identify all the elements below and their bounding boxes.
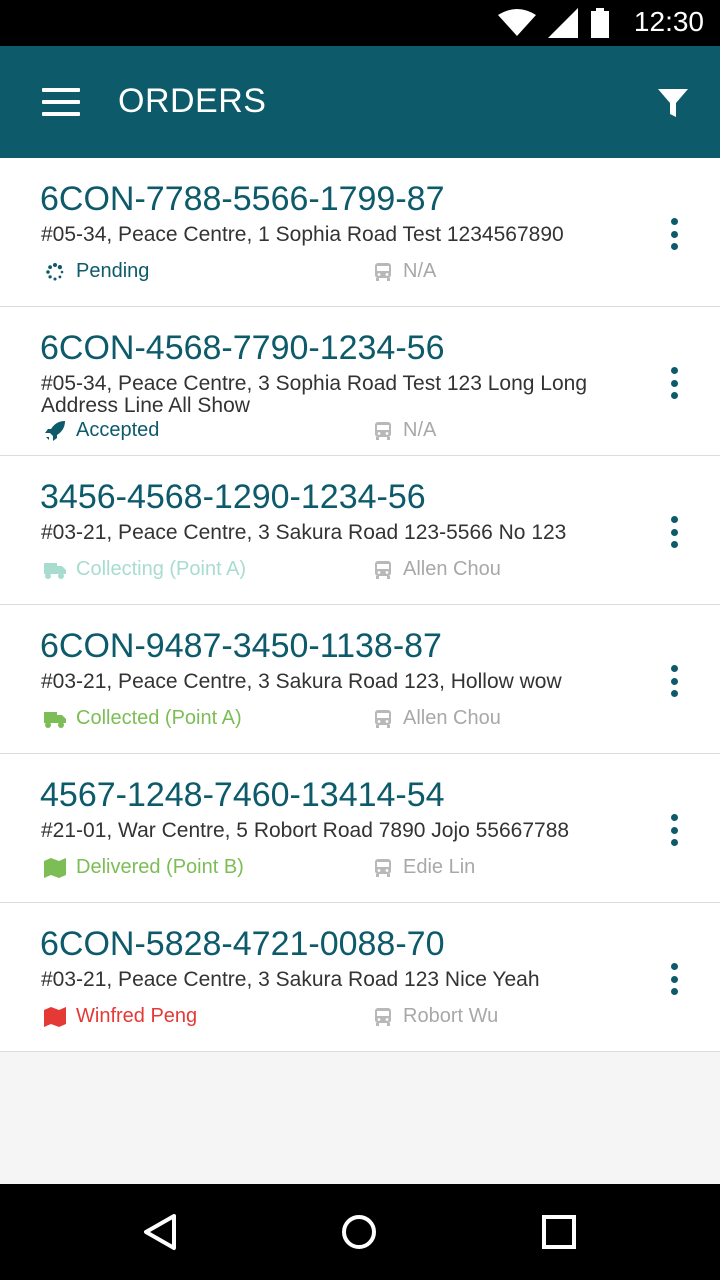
order-status-label: Pending <box>76 260 150 282</box>
order-driver-name: N/A <box>403 260 437 282</box>
clock: 12:30 <box>633 6 704 37</box>
order-code: 4567-1248-7460-13414-54 <box>40 776 445 814</box>
more-vert-icon[interactable] <box>666 218 682 250</box>
order-row[interactable]: 3456-4568-1290-1234-56 #03-21, Peace Cen… <box>0 456 720 605</box>
order-driver-name: Robort Wu <box>403 1005 499 1027</box>
order-code: 6CON-5828-4721-0088-70 <box>40 925 445 963</box>
order-code: 3456-4568-1290-1234-56 <box>40 478 426 516</box>
order-code: 6CON-9487-3450-1138-87 <box>40 627 442 665</box>
order-driver: Allen Chou <box>373 707 501 730</box>
app-bar: ORDERS <box>0 46 720 158</box>
order-address: #03-21, Peace Centre, 3 Sakura Road 123,… <box>41 670 562 693</box>
order-status-label: Winfred Peng <box>76 1005 198 1027</box>
bus-icon <box>373 421 393 441</box>
order-status: Pending <box>44 260 149 283</box>
map-icon <box>44 857 66 879</box>
order-address: #03-21, Peace Centre, 3 Sakura Road 123 … <box>41 968 540 991</box>
order-status: Winfred Peng <box>44 1005 197 1028</box>
more-vert-icon[interactable] <box>666 367 682 399</box>
order-row[interactable]: 6CON-4568-7790-1234-56 #05-34, Peace Cen… <box>0 307 720 456</box>
truck-icon <box>44 708 66 730</box>
status-bar: 12:30 <box>0 0 720 46</box>
order-driver-name: Allen Chou <box>403 558 501 580</box>
order-status: Collecting (Point A) <box>44 558 246 581</box>
order-status: Delivered (Point B) <box>44 856 244 879</box>
order-row[interactable]: 4567-1248-7460-13414-54 #21-01, War Cent… <box>0 754 720 903</box>
order-list: 6CON-7788-5566-1799-87 #05-34, Peace Cen… <box>0 158 720 1052</box>
order-code: 6CON-4568-7790-1234-56 <box>40 329 445 367</box>
more-vert-icon[interactable] <box>666 814 682 846</box>
map-icon <box>44 1006 66 1028</box>
battery-icon <box>590 8 610 43</box>
order-row[interactable]: 6CON-5828-4721-0088-70 #03-21, Peace Cen… <box>0 903 720 1052</box>
order-driver-name: Edie Lin <box>403 856 476 878</box>
order-driver-name: Allen Chou <box>403 707 501 729</box>
order-address: #21-01, War Centre, 5 Robort Road 7890 J… <box>41 819 570 842</box>
filter-icon[interactable] <box>656 86 690 120</box>
bus-icon <box>373 858 393 878</box>
order-driver-name: N/A <box>403 419 437 441</box>
spinner-icon <box>44 261 66 283</box>
order-driver: Allen Chou <box>373 558 501 581</box>
signal-icon <box>548 8 578 43</box>
hamburger-menu-icon[interactable] <box>42 88 80 116</box>
bus-icon <box>373 262 393 282</box>
more-vert-icon[interactable] <box>666 665 682 697</box>
order-address: #05-34, Peace Centre, 1 Sophia Road Test… <box>41 223 564 246</box>
order-status-label: Collecting (Point A) <box>76 558 247 580</box>
order-status-label: Collected (Point A) <box>76 707 242 729</box>
back-icon[interactable] <box>140 1212 180 1252</box>
order-address: #03-21, Peace Centre, 3 Sakura Road 123-… <box>41 521 567 544</box>
order-row[interactable]: 6CON-7788-5566-1799-87 #05-34, Peace Cen… <box>0 158 720 307</box>
home-icon[interactable] <box>339 1212 379 1252</box>
recents-icon[interactable] <box>539 1212 579 1252</box>
order-code: 6CON-7788-5566-1799-87 <box>40 180 445 218</box>
truck-icon <box>44 559 66 581</box>
bus-icon <box>373 1007 393 1027</box>
order-status-label: Delivered (Point B) <box>76 856 244 878</box>
order-driver: Robort Wu <box>373 1005 498 1028</box>
order-row[interactable]: 6CON-9487-3450-1138-87 #03-21, Peace Cen… <box>0 605 720 754</box>
order-status: Collected (Point A) <box>44 707 242 730</box>
order-address: #05-34, Peace Centre, 3 Sophia Road Test… <box>41 372 588 417</box>
page-title: ORDERS <box>118 82 267 120</box>
order-driver: Edie Lin <box>373 856 475 879</box>
system-nav-bar <box>0 1184 720 1280</box>
more-vert-icon[interactable] <box>666 963 682 995</box>
order-driver: N/A <box>373 260 436 283</box>
order-status-label: Accepted <box>76 419 160 441</box>
bus-icon <box>373 560 393 580</box>
rocket-icon <box>44 420 66 442</box>
bus-icon <box>373 709 393 729</box>
more-vert-icon[interactable] <box>666 516 682 548</box>
order-status: Accepted <box>44 419 159 442</box>
wifi-icon <box>498 9 536 42</box>
order-driver: N/A <box>373 419 436 442</box>
